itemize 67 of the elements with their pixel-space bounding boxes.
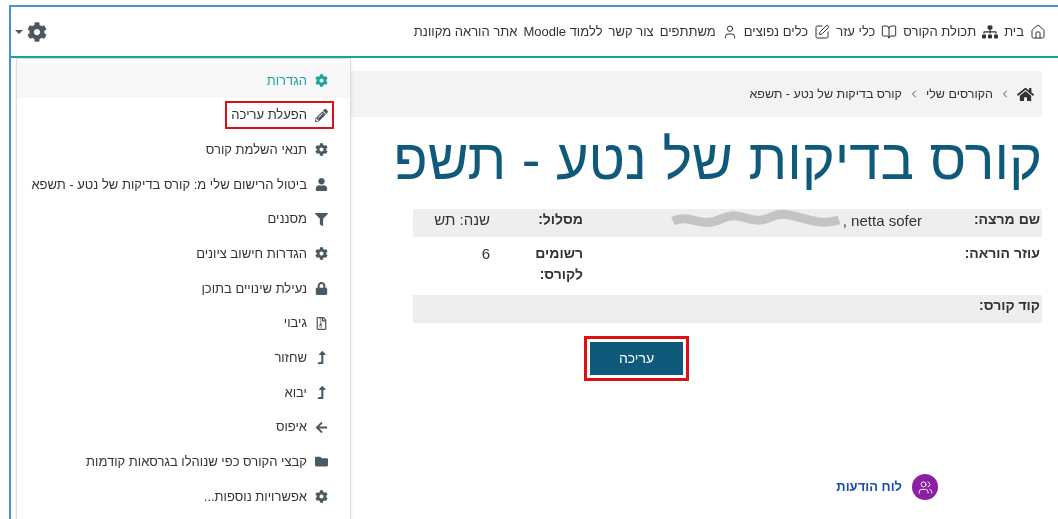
menu-item[interactable]: נעילת שינויים בתוכן xyxy=(17,271,350,306)
menu-item[interactable]: גיבוי xyxy=(17,305,350,341)
menu-label: קבצי הקורס כפי שנוהלו בגרסאות קודמות xyxy=(86,453,307,472)
menu-item[interactable]: תנאי השלמת קורס xyxy=(17,132,350,168)
menu-label: יבוא xyxy=(284,383,307,402)
group-icon xyxy=(912,474,938,500)
menu-item[interactable]: הפעלת עריכה xyxy=(17,97,350,133)
nav-link[interactable]: כלים נפוצים xyxy=(743,21,809,42)
arrow-left-icon xyxy=(315,420,328,434)
menu-label: הגדרות חישוב ציונים xyxy=(196,245,307,264)
nav-link[interactable]: תכולת הקורס xyxy=(903,21,977,42)
pencil-square-icon xyxy=(814,23,831,40)
menu-item[interactable]: הגדרות חישוב ציונים xyxy=(17,236,350,272)
breadcrumb-link[interactable]: הקורסים שלי xyxy=(926,84,993,104)
pencil-icon xyxy=(315,108,328,122)
nav-link[interactable]: ללמוד Moodle xyxy=(523,21,603,42)
field-value: שנה: תש xyxy=(434,210,490,230)
menu-label: ביטול הרישום שלי מ: קורס בדיקות של נטע - תשפא xyxy=(31,175,307,194)
field-label: רשומים לקורס: xyxy=(534,244,583,284)
settings-icon xyxy=(315,247,328,261)
menu-label: אפשרויות נוספות... xyxy=(203,487,307,506)
menu-label: הגדרות xyxy=(266,71,307,90)
home-icon xyxy=(1030,23,1046,40)
menu-item[interactable]: שחזור xyxy=(17,340,350,376)
nav-link[interactable]: משתתפים xyxy=(659,21,716,42)
menu-label: שחזור xyxy=(274,349,307,368)
menu-item[interactable]: איפוס xyxy=(17,409,350,445)
field-label: קוד קורס: xyxy=(979,296,1040,315)
edit-button[interactable]: עריכה xyxy=(590,342,683,375)
menu-label: נעילת שינויים בתוכן xyxy=(201,279,307,298)
field-label: שם מרצה: xyxy=(973,210,1040,229)
menu-item[interactable]: ביטול הרישום שלי מ: קורס בדיקות של נטע - תשפא xyxy=(17,167,350,202)
menu-label: הפעלת עריכה xyxy=(231,106,307,125)
nav-link[interactable]: כלי עזר xyxy=(836,21,876,42)
level-up-icon xyxy=(315,351,328,365)
field-value: , netta sofer xyxy=(842,210,922,231)
sitemap-icon xyxy=(982,23,999,40)
book-icon xyxy=(881,23,898,40)
menu-label: תנאי השלמת קורס xyxy=(205,140,307,159)
field-label: עוזר הוראה: xyxy=(964,244,1040,263)
folder-icon xyxy=(315,455,328,469)
settings-icon xyxy=(315,490,328,504)
menu-item[interactable]: יבוא xyxy=(17,375,350,410)
menu-item[interactable]: אפשרויות נוספות... xyxy=(17,479,350,514)
user-icon xyxy=(315,177,328,191)
lock-icon xyxy=(315,281,328,295)
breadcrumb-link[interactable]: קורס בדיקות של נטע - תשפא xyxy=(749,84,902,104)
settings-icon xyxy=(315,73,328,87)
home-icon[interactable] xyxy=(1017,85,1034,103)
field-value: 6 xyxy=(481,244,490,264)
settings-icon xyxy=(315,143,328,157)
forum-link[interactable]: לוח הודעות xyxy=(836,477,902,497)
level-up-icon xyxy=(315,386,328,400)
menu-item[interactable]: קבצי הקורס כפי שנוהלו בגרסאות קודמות xyxy=(17,444,350,480)
menu-label: מסננים xyxy=(267,210,307,229)
filter-icon xyxy=(315,212,328,226)
course-title: קורס בדיקות של נטע - תשפ xyxy=(392,127,1042,193)
nav-link[interactable]: צור קשר xyxy=(608,21,654,42)
caret-icon[interactable] xyxy=(15,29,23,34)
file-icon xyxy=(315,316,328,330)
settings-icon[interactable] xyxy=(27,21,47,42)
menu-item[interactable]: מסננים xyxy=(17,201,350,237)
nav-link[interactable]: בית xyxy=(1004,21,1024,42)
nav-link[interactable]: אתר הוראה מקוונת xyxy=(413,21,518,42)
menu-label: גיבוי xyxy=(283,314,307,333)
menu-label: איפוס xyxy=(275,418,307,437)
field-label: מסלול: xyxy=(538,210,583,229)
